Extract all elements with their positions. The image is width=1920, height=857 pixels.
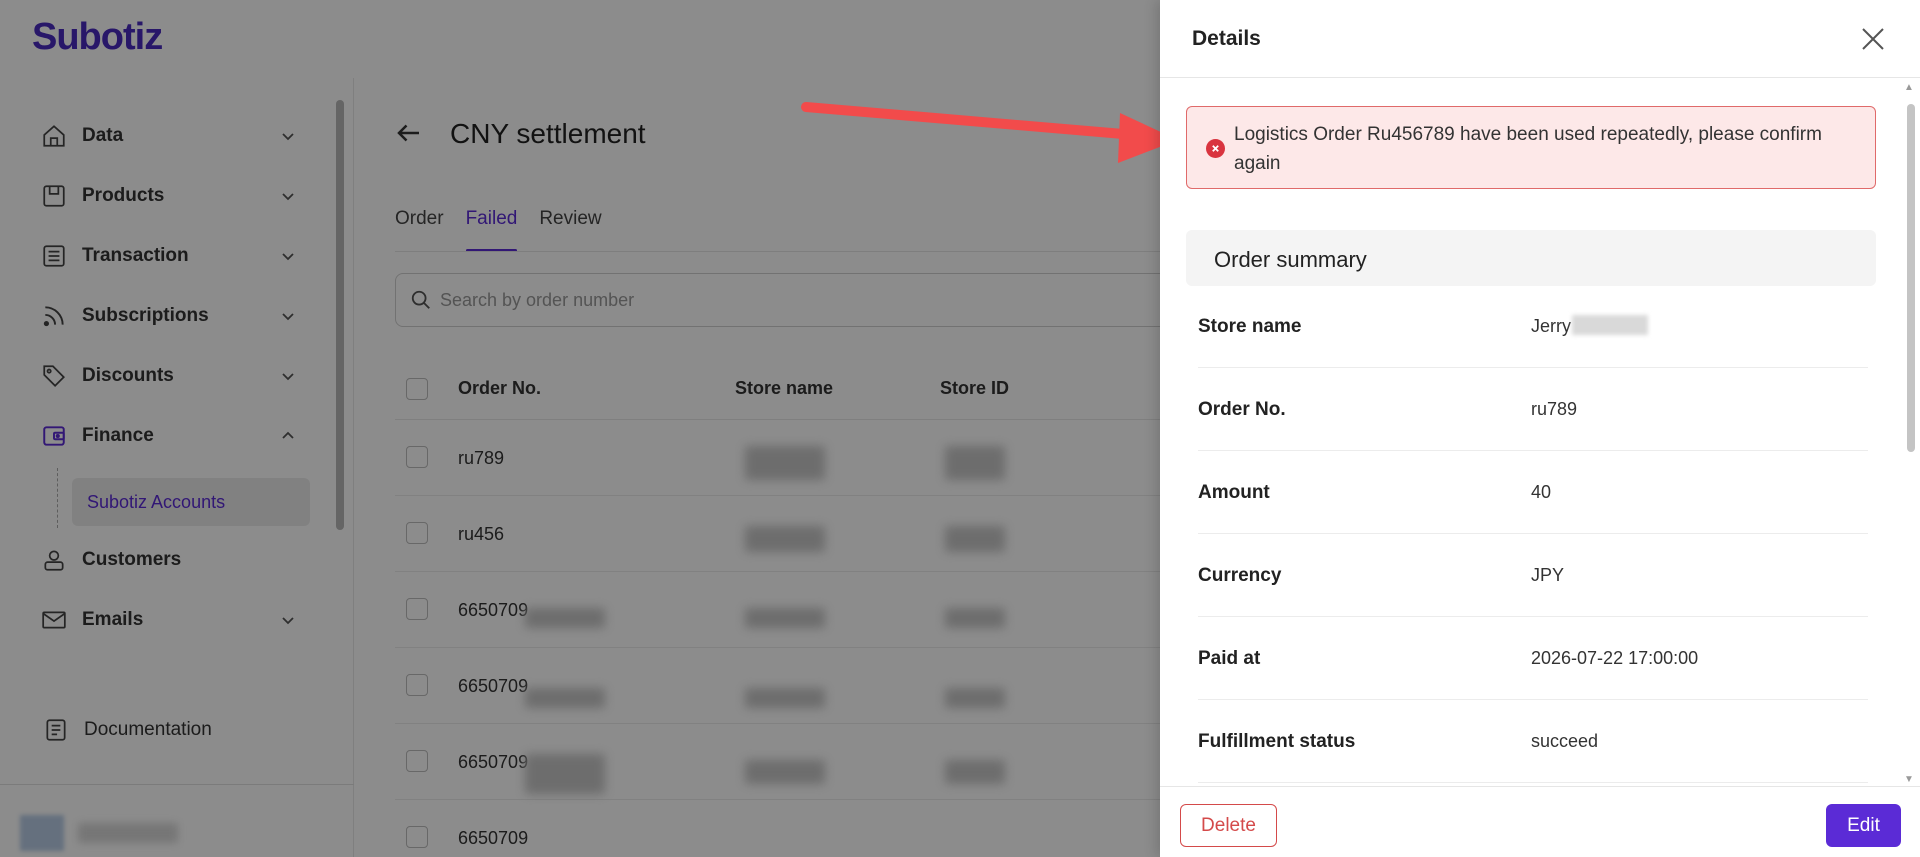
detail-row-paid-at: Paid at 2026-07-22 17:00:00 xyxy=(1198,617,1868,700)
detail-value: succeed xyxy=(1531,731,1599,751)
detail-row-amount: Amount 40 xyxy=(1198,451,1868,534)
detail-label: Paid at xyxy=(1198,647,1261,669)
detail-label: Currency xyxy=(1198,564,1282,586)
detail-value: 40 xyxy=(1531,482,1552,502)
delete-button[interactable]: Delete xyxy=(1180,804,1277,847)
error-icon xyxy=(1206,139,1225,158)
detail-row-order-no: Order No. ru789 xyxy=(1198,368,1868,451)
scroll-down-arrow-icon[interactable]: ▼ xyxy=(1904,774,1914,785)
close-icon[interactable] xyxy=(1858,24,1888,54)
drawer-header: Details xyxy=(1160,0,1920,78)
error-alert: Logistics Order Ru456789 have been used … xyxy=(1186,106,1876,189)
detail-label: Store name xyxy=(1198,315,1302,337)
details-drawer: Details Logistics Order Ru456789 have be… xyxy=(1160,0,1920,857)
annotation-arrow xyxy=(801,102,1178,163)
detail-value: Jerry xyxy=(1531,316,1571,336)
detail-label: Fulfillment status xyxy=(1198,730,1356,752)
section-title: Order summary xyxy=(1214,247,1367,272)
order-summary-header: Order summary xyxy=(1186,230,1876,286)
detail-row-currency: Currency JPY xyxy=(1198,534,1868,617)
detail-label: Amount xyxy=(1198,481,1270,503)
detail-value: 2026-07-22 17:00:00 xyxy=(1531,648,1699,668)
detail-value: ru789 xyxy=(1531,399,1578,419)
detail-label: Order No. xyxy=(1198,398,1286,420)
drawer-title: Details xyxy=(1192,27,1261,50)
detail-value: JPY xyxy=(1531,565,1565,585)
scroll-up-arrow-icon[interactable]: ▲ xyxy=(1904,82,1914,93)
redacted-value xyxy=(1572,315,1648,335)
edit-button[interactable]: Edit xyxy=(1826,804,1901,847)
detail-row-store-name: Store name Jerry xyxy=(1198,285,1868,368)
drawer-footer: Delete Edit xyxy=(1160,786,1920,857)
drawer-scroll-thumb[interactable] xyxy=(1907,104,1915,452)
alert-message: Logistics Order Ru456789 have been used … xyxy=(1234,124,1822,174)
detail-row-fulfillment-status: Fulfillment status succeed xyxy=(1198,700,1868,783)
